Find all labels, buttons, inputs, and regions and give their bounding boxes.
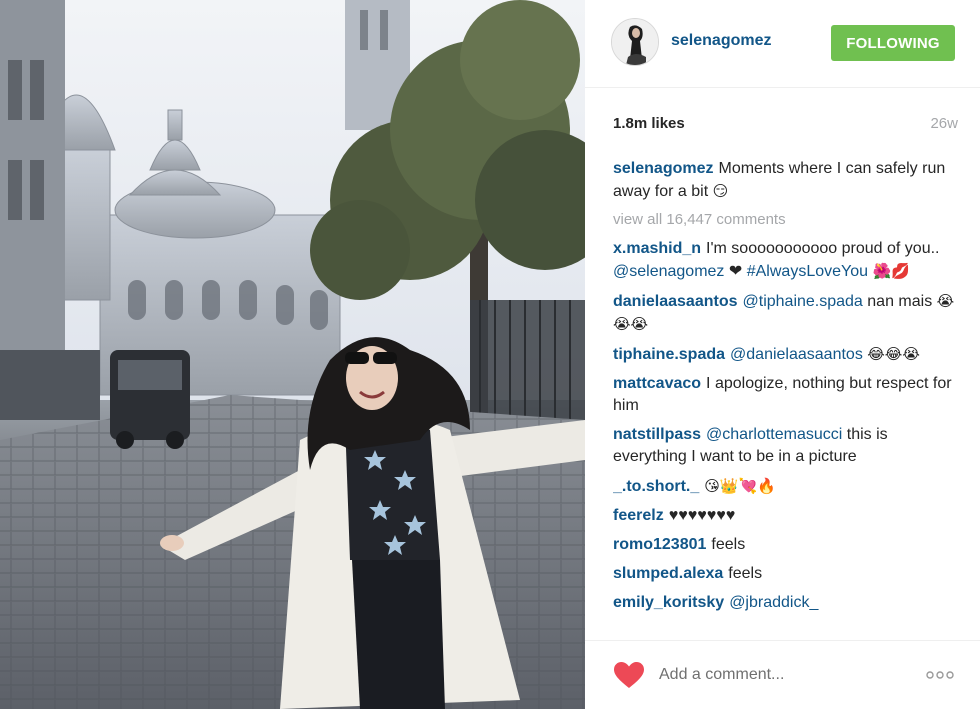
- van: [110, 350, 190, 449]
- heart-emoji-icon: ❤: [728, 263, 743, 280]
- caption-username[interactable]: selenagomez: [613, 160, 713, 177]
- comment-item: mattcavaco I apologize, nothing but respe…: [613, 373, 958, 417]
- comment-text: feels: [711, 536, 746, 553]
- comment-text: feels: [728, 565, 763, 582]
- post-age[interactable]: 26w: [930, 115, 958, 132]
- comment-username[interactable]: emily_koritsky: [613, 594, 724, 611]
- comment-username[interactable]: danielaasaantos: [613, 293, 738, 310]
- comment-text: ♥♥♥♥♥♥♥: [668, 507, 736, 524]
- avatar[interactable]: [611, 18, 659, 66]
- comment-mention[interactable]: @selenagomez: [613, 263, 724, 280]
- comment-username[interactable]: slumped.alexa: [613, 565, 723, 582]
- comment-item: danielaasaantos @tiphaine.spada nan mais …: [613, 290, 958, 336]
- post-photo[interactable]: [0, 0, 585, 709]
- add-comment-input[interactable]: [659, 663, 919, 687]
- comment-item: romo123801 feels: [613, 534, 958, 556]
- comment-item: natstillpass @charlottemasucci this is ev…: [613, 424, 958, 468]
- comment-username[interactable]: tiphaine.spada: [613, 346, 725, 363]
- comment-username[interactable]: x.mashid_n: [613, 240, 701, 257]
- avatar-photo: [612, 19, 658, 65]
- heart-icon[interactable]: [613, 661, 645, 689]
- comment-item: emily_koritsky @jbraddick_: [613, 592, 958, 614]
- comment-item: _.to.short._ 😘👑💘🔥: [613, 475, 958, 498]
- comment-item: slumped.alexa feels: [613, 563, 958, 585]
- comment-hashtag[interactable]: #AlwaysLoveYou: [747, 263, 868, 280]
- kiss-crown-emoji-icon: 😘👑💘🔥: [704, 477, 776, 495]
- comment-username[interactable]: natstillpass: [613, 426, 701, 443]
- post-author-username[interactable]: selenagomez: [671, 32, 771, 50]
- post-header: selenagomez FOLLOWING: [585, 0, 980, 88]
- comment-mention[interactable]: @jbraddick_: [729, 594, 818, 611]
- photo-illustration: [0, 0, 585, 709]
- comment-username[interactable]: mattcavaco: [613, 375, 701, 392]
- comment-item: x.mashid_n I'm sooooooooooo proud of you.…: [613, 238, 958, 283]
- flower-kiss-emoji-icon: 🌺💋: [872, 262, 910, 280]
- comment-footer: [585, 640, 980, 709]
- comment-mention[interactable]: @charlottemasucci: [706, 426, 842, 443]
- caption: selenagomez Moments where I can safely ru…: [613, 158, 958, 203]
- comment-item: tiphaine.spada @danielaasaantos 😂😂😭: [613, 343, 958, 366]
- view-all-comments-link[interactable]: view all 16,447 comments: [613, 210, 958, 230]
- post-sidebar: selenagomez FOLLOWING 1.8m likes 26w sel…: [585, 0, 980, 709]
- comment-text: I'm sooooooooooo proud of you..: [706, 240, 940, 257]
- comments-list: selenagomez Moments where I can safely ru…: [613, 158, 958, 634]
- comment-mention[interactable]: @tiphaine.spada: [743, 293, 863, 310]
- comment-username[interactable]: _.to.short._: [613, 478, 699, 495]
- comment-mention[interactable]: @danielaasaantos: [730, 346, 863, 363]
- likes-count[interactable]: 1.8m likes: [613, 115, 685, 132]
- comment-username[interactable]: feerelz: [613, 507, 664, 524]
- comment-username[interactable]: romo123801: [613, 536, 706, 553]
- laughing-emoji-icon: 😂😂😭: [867, 345, 920, 363]
- post-stats: 1.8m likes 26w: [613, 115, 958, 135]
- more-options-icon[interactable]: [925, 667, 955, 683]
- instagram-post: selenagomez FOLLOWING 1.8m likes 26w sel…: [0, 0, 980, 709]
- smirk-emoji-icon: 😏: [712, 182, 729, 200]
- comment-text: nan mais: [867, 293, 933, 310]
- comment-item: feerelz ♥♥♥♥♥♥♥: [613, 505, 958, 527]
- following-button[interactable]: FOLLOWING: [831, 25, 955, 61]
